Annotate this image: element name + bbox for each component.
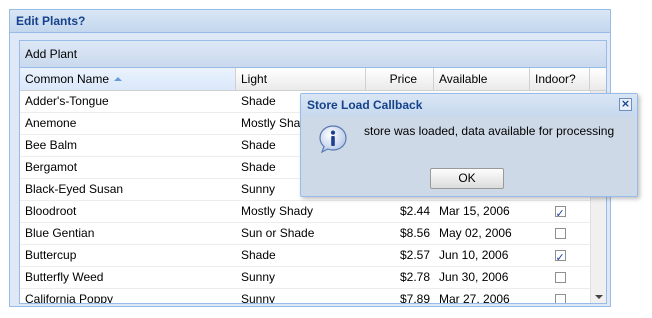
cell-indoor [530,267,590,288]
indoor-checkbox[interactable] [554,247,566,266]
table-row[interactable]: Butterfly Weed Sunny $2.78 Jun 30, 2006 [20,267,590,289]
cell-common-name[interactable]: Anemone [20,113,236,134]
dialog-message: store was loaded, data available for pro… [364,124,615,138]
sort-ascending-icon [114,77,123,81]
cell-common-name[interactable]: Blue Gentian [20,223,236,244]
grid-toolbar: Add Plant [20,41,606,68]
cell-indoor [530,289,590,303]
indoor-checkbox[interactable] [554,203,566,222]
dialog-header[interactable]: Store Load Callback × [301,94,637,116]
cell-light[interactable]: Sun or Shade [236,223,366,244]
close-icon[interactable]: × [619,98,632,111]
cell-common-name[interactable]: Buttercup [20,245,236,266]
indoor-checkbox[interactable] [554,272,566,283]
cell-price[interactable]: $2.78 [366,267,434,288]
cell-price[interactable]: $7.89 [366,289,434,303]
ok-button[interactable]: OK [430,168,504,189]
column-header-indoor[interactable]: Indoor? [530,68,590,90]
indoor-checkbox[interactable] [554,228,566,239]
cell-price[interactable]: $8.56 [366,223,434,244]
cell-indoor [530,245,590,266]
cell-common-name[interactable]: Bloodroot [20,201,236,222]
column-header-light[interactable]: Light [236,68,366,90]
cell-common-name[interactable]: California Poppy [20,289,236,303]
dialog-title: Store Load Callback [307,98,423,112]
cell-indoor [530,223,590,244]
info-icon [319,125,347,154]
cell-light[interactable]: Sunny [236,267,366,288]
cell-common-name[interactable]: Butterfly Weed [20,267,236,288]
panel-title: Edit Plants? [16,14,86,28]
cell-common-name[interactable]: Bergamot [20,157,236,178]
column-header-price[interactable]: Price [366,68,434,90]
table-row[interactable]: Blue Gentian Sun or Shade $8.56 May 02, … [20,223,590,245]
cell-light[interactable]: Shade [236,245,366,266]
cell-available[interactable]: Jun 10, 2006 [434,245,530,266]
cell-price[interactable]: $2.57 [366,245,434,266]
cell-common-name[interactable]: Black-Eyed Susan [20,179,236,200]
indoor-checkbox[interactable] [554,294,566,303]
cell-light[interactable]: Sunny [236,289,366,303]
cell-available[interactable]: Jun 30, 2006 [434,267,530,288]
cell-available[interactable]: Mar 15, 2006 [434,201,530,222]
panel-header: Edit Plants? [10,10,610,33]
column-header-common-name[interactable]: Common Name [20,68,236,90]
cell-common-name[interactable]: Bee Balm [20,135,236,156]
table-row[interactable]: Bloodroot Mostly Shady $2.44 Mar 15, 200… [20,201,590,223]
store-load-callback-dialog: Store Load Callback × store was loaded, … [300,93,638,197]
grid-header: Common Name Light Price Available Indoor… [20,68,606,91]
add-plant-button[interactable]: Add Plant [25,47,77,61]
table-row[interactable]: Buttercup Shade $2.57 Jun 10, 2006 [20,245,590,267]
cell-light[interactable]: Mostly Shady [236,201,366,222]
table-row[interactable]: California Poppy Sunny $7.89 Mar 27, 200… [20,289,590,303]
cell-available[interactable]: Mar 27, 2006 [434,289,530,303]
cell-available[interactable]: May 02, 2006 [434,223,530,244]
column-header-available[interactable]: Available [434,68,530,90]
cell-indoor [530,201,590,222]
cell-common-name[interactable]: Adder's-Tongue [20,91,236,112]
cell-price[interactable]: $2.44 [366,201,434,222]
scroll-down-arrow-icon[interactable] [595,295,603,299]
